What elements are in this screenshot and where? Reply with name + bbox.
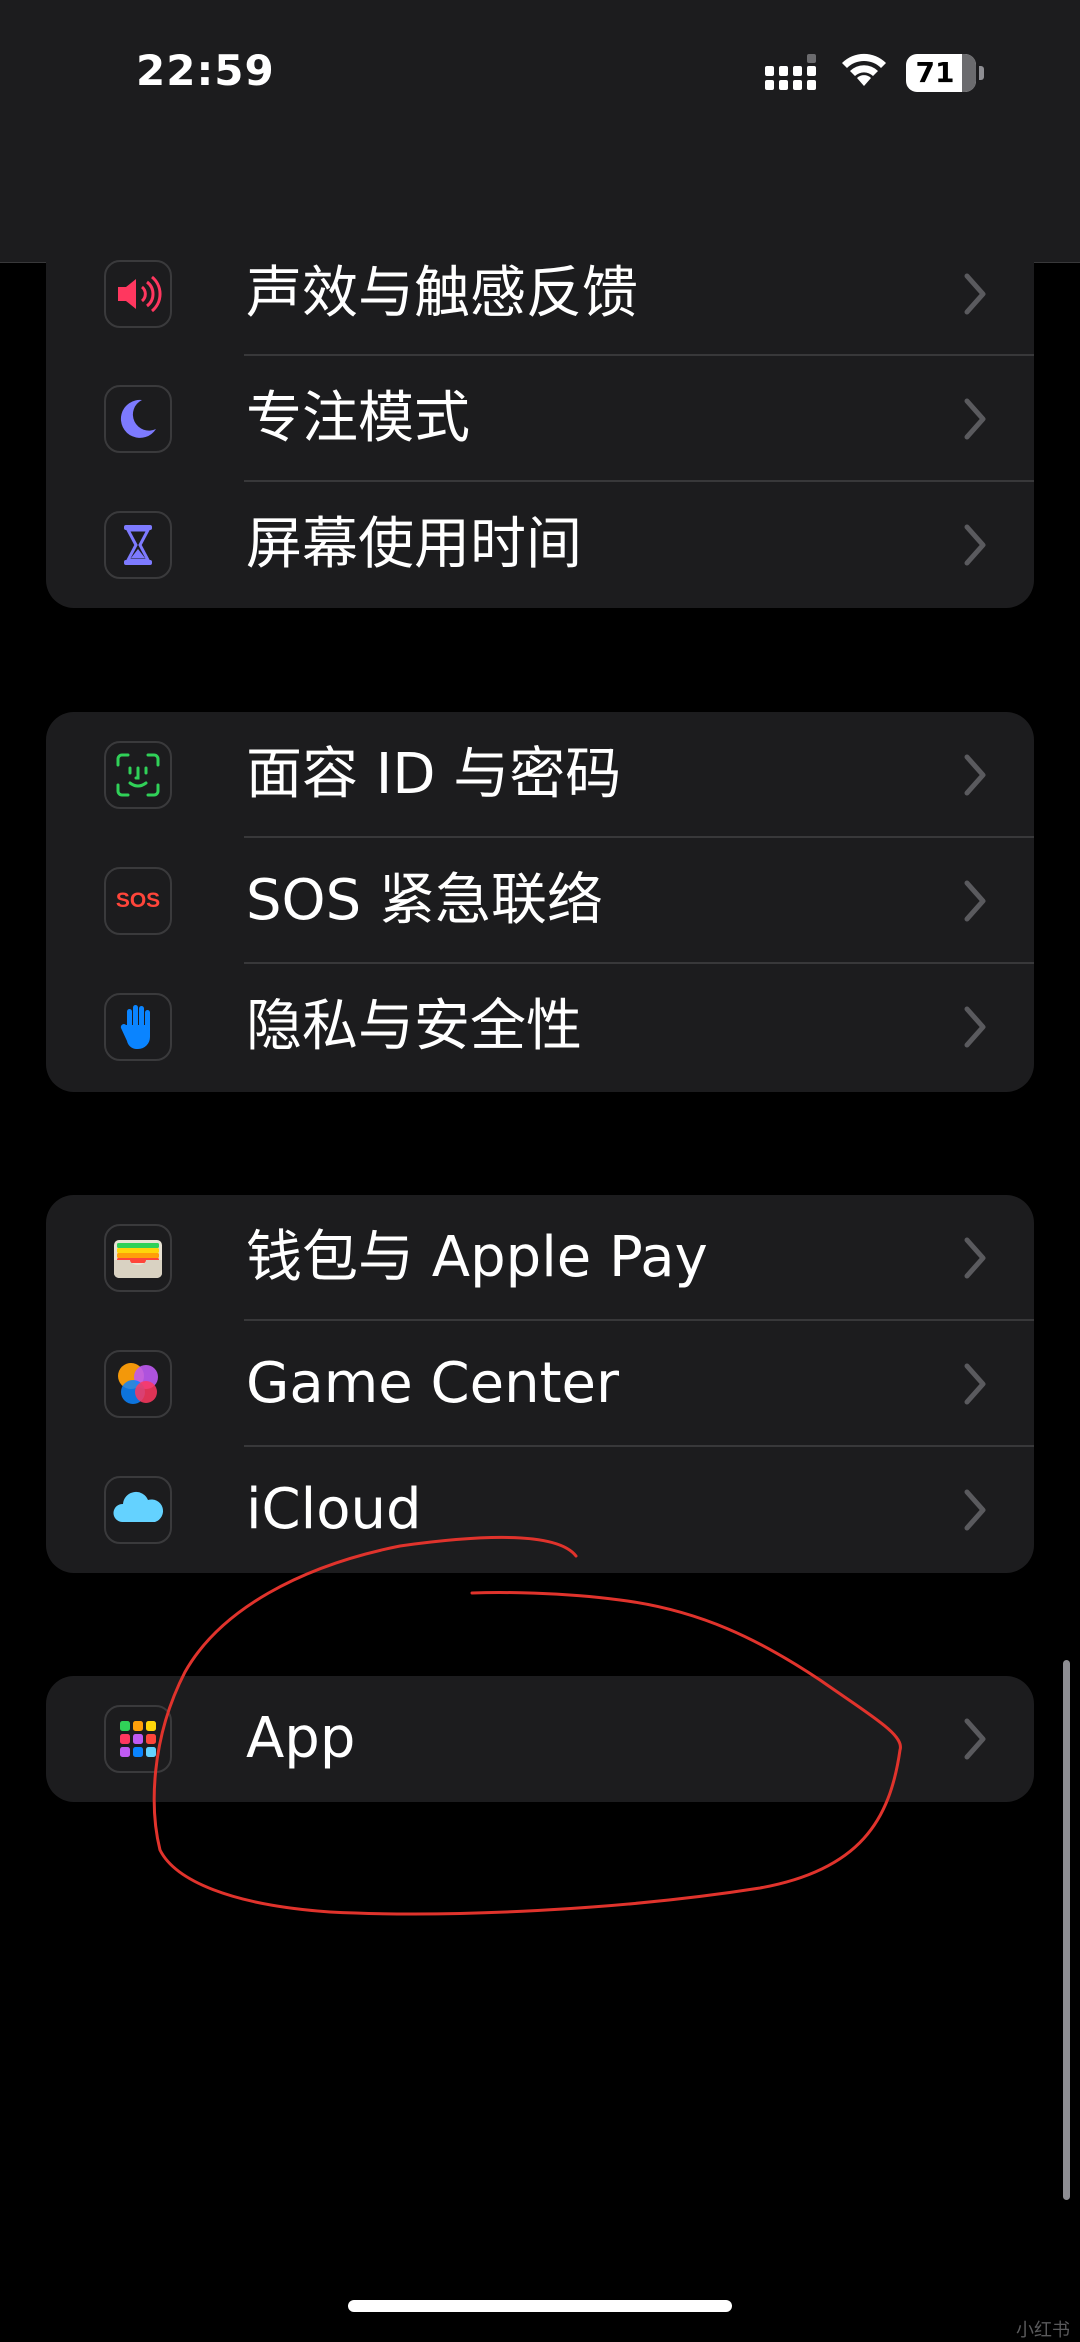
settings-row-label: 隐私与安全性 xyxy=(246,994,582,1059)
chevron-right-icon xyxy=(964,273,986,315)
settings-row-wallet[interactable]: 钱包与 Apple Pay xyxy=(46,1195,1034,1321)
settings-row-label: 面容 ID 与密码 xyxy=(246,742,622,807)
chevron-right-icon xyxy=(964,1489,986,1531)
chevron-right-icon xyxy=(964,524,986,566)
chevron-right-icon xyxy=(964,880,986,922)
settings-row-label: 屏幕使用时间 xyxy=(246,512,582,577)
settings-row-screen-time[interactable]: 屏幕使用时间 xyxy=(46,482,1034,608)
settings-row-label: 专注模式 xyxy=(246,386,470,451)
wifi-icon xyxy=(842,53,886,86)
speaker-icon xyxy=(104,260,172,328)
settings-row-label: 钱包与 Apple Pay xyxy=(246,1225,708,1290)
home-indicator[interactable] xyxy=(348,2300,732,2312)
moon-icon xyxy=(104,385,172,453)
settings-group-1: 声效与触感反馈 专注模式 屏幕使用时间 xyxy=(46,168,1034,608)
chevron-right-icon xyxy=(964,1718,986,1760)
settings-row-label: SOS 紧急联络 xyxy=(246,868,603,933)
chevron-right-icon xyxy=(964,398,986,440)
wallet-icon xyxy=(104,1224,172,1292)
status-bar: 22:59 71 xyxy=(0,0,1080,150)
battery-level: 71 xyxy=(915,56,955,89)
settings-group-2: 面容 ID 与密码 SOS SOS 紧急联络 隐私与安全性 xyxy=(46,712,1034,1092)
status-time: 22:59 xyxy=(136,46,275,95)
scroll-indicator[interactable] xyxy=(1063,1660,1070,2200)
battery-empty-segment xyxy=(962,54,976,92)
settings-row-label: 声效与触感反馈 xyxy=(246,261,638,326)
settings-row-label: App xyxy=(246,1706,356,1771)
chevron-right-icon xyxy=(964,754,986,796)
hourglass-icon xyxy=(104,511,172,579)
chevron-right-icon xyxy=(964,1006,986,1048)
settings-group-4: App xyxy=(46,1676,1034,1802)
settings-group-3: 钱包与 Apple Pay Game Center iCloud xyxy=(46,1195,1034,1573)
settings-row-focus[interactable]: 专注模式 xyxy=(46,356,1034,482)
sos-icon: SOS xyxy=(104,867,172,935)
chevron-right-icon xyxy=(964,1363,986,1405)
hand-icon xyxy=(104,993,172,1061)
sos-icon-text: SOS xyxy=(115,889,161,912)
face-id-icon xyxy=(104,741,172,809)
settings-row-label: Game Center xyxy=(246,1351,619,1416)
cloud-icon xyxy=(104,1476,172,1544)
settings-row-game-center[interactable]: Game Center xyxy=(46,1321,1034,1447)
settings-row-label: iCloud xyxy=(246,1477,422,1542)
watermark: 小红书 xyxy=(1016,2320,1070,2341)
chevron-right-icon xyxy=(964,1237,986,1279)
settings-row-sounds[interactable]: 声效与触感反馈 xyxy=(46,168,1034,356)
battery-indicator: 71 xyxy=(906,54,984,92)
app-grid-icon xyxy=(104,1705,172,1773)
settings-row-icloud[interactable]: iCloud xyxy=(46,1447,1034,1573)
cellular-signal-icon xyxy=(765,54,816,90)
settings-row-privacy[interactable]: 隐私与安全性 xyxy=(46,964,1034,1090)
settings-row-face-id[interactable]: 面容 ID 与密码 xyxy=(46,712,1034,838)
settings-row-emergency-sos[interactable]: SOS SOS 紧急联络 xyxy=(46,838,1034,964)
game-center-icon xyxy=(104,1350,172,1418)
battery-nub xyxy=(979,66,984,80)
settings-row-apps[interactable]: App xyxy=(46,1676,1034,1802)
